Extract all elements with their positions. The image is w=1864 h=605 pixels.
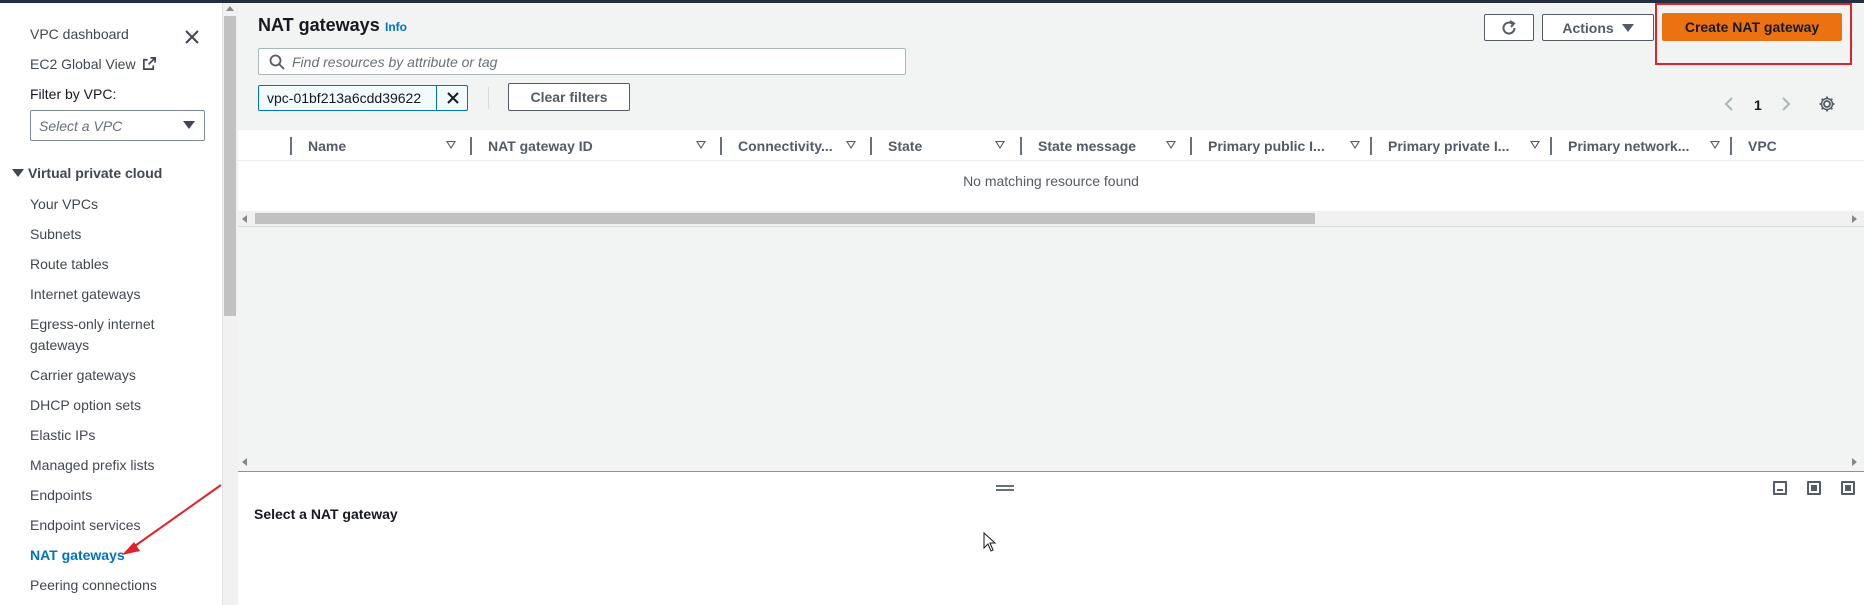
mouse-cursor-icon [983, 532, 997, 552]
annotation-arrow-icon [122, 484, 222, 555]
